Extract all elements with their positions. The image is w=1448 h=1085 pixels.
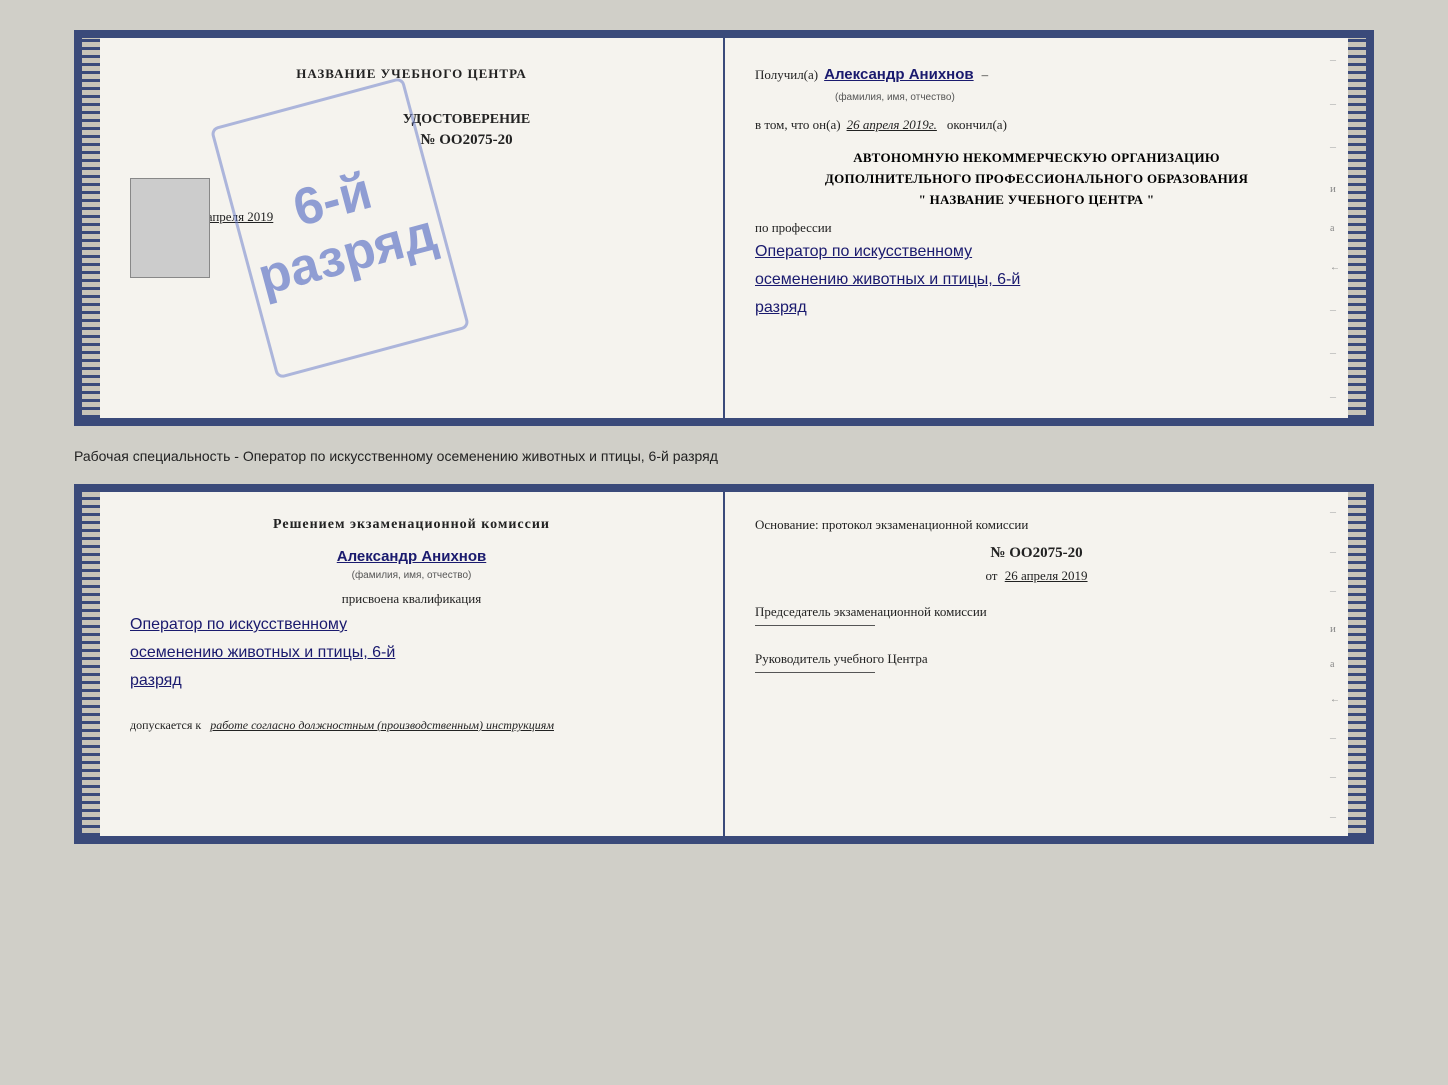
left-binding-strip xyxy=(82,38,100,418)
org-block: АВТОНОМНУЮ НЕКОММЕРЧЕСКУЮ ОРГАНИЗАЦИЮ ДО… xyxy=(755,148,1318,210)
recipient-line: Получил(а) Александр Анихнов – xyxy=(755,66,1318,83)
prisvoena-label: присвоена квалификация xyxy=(130,591,693,607)
decision-right: Основание: протокол экзаменационной коми… xyxy=(725,492,1348,836)
certificate-right: Получил(а) Александр Анихнов – (фамилия,… xyxy=(725,38,1348,418)
bottom-right-strip xyxy=(1348,492,1366,836)
qualification-line2: осеменению животных и птицы, 6-й xyxy=(130,641,693,665)
top-document: НАЗВАНИЕ УЧЕБНОГО ЦЕНТРА УДОСТОВЕРЕНИЕ №… xyxy=(74,30,1374,426)
okonchil-label: окончил(а) xyxy=(947,117,1007,133)
komissia-name: Александр Анихнов xyxy=(337,548,487,565)
recipient-name: Александр Анихнов xyxy=(824,66,974,83)
rukovoditel-block: Руководитель учебного Центра xyxy=(755,651,1318,673)
vydano-block: Выдано 26 апреля 2019 xyxy=(130,209,693,225)
predsedatel-block: Председатель экзаменационной комиссии xyxy=(755,604,1318,626)
udostoverenie-label: УДОСТОВЕРЕНИЕ xyxy=(240,112,693,128)
certificate-left: НАЗВАНИЕ УЧЕБНОГО ЦЕНТРА УДОСТОВЕРЕНИЕ №… xyxy=(100,38,725,418)
poluchil-label: Получил(а) xyxy=(755,67,818,83)
right-binding-strip xyxy=(1348,38,1366,418)
predsedatel-label: Председатель экзаменационной комиссии xyxy=(755,604,1318,620)
komissia-title: Решением экзаменационной комиссии xyxy=(130,517,693,533)
vtom-line: в том, что он(а) 26 апреля 2019г. окончи… xyxy=(755,117,1318,133)
bottom-right-dashes: ––– и а ← ––– xyxy=(1330,492,1340,836)
mp-label: М.П. xyxy=(130,245,693,261)
vtom-label: в том, что он(а) xyxy=(755,117,841,133)
qualification-line1: Оператор по искусственному xyxy=(130,613,693,637)
specialty-label: Рабочая специальность - Оператор по иску… xyxy=(74,448,1374,464)
dopuskaetsya-label: допускается к xyxy=(130,718,201,732)
org-line1: АВТОНОМНУЮ НЕКОММЕРЧЕСКУЮ ОРГАНИЗАЦИЮ xyxy=(755,148,1318,169)
komissia-fio-label: (фамилия, имя, отчество) xyxy=(130,570,693,581)
rukovoditel-label: Руководитель учебного Центра xyxy=(755,651,1318,667)
dopuskaetsya-block: допускается к работе согласно должностны… xyxy=(130,718,693,733)
vtom-date: 26 апреля 2019г. xyxy=(847,117,937,133)
protocol-date: 26 апреля 2019 xyxy=(1005,568,1088,583)
training-center-title: НАЗВАНИЕ УЧЕБНОГО ЦЕНТРА xyxy=(130,66,693,82)
predsedatel-sig-line xyxy=(755,625,875,626)
fio-label: (фамилия, имя, отчество) xyxy=(835,92,955,103)
stamp-text: 6-йразряд xyxy=(237,149,442,306)
decision-left: Решением экзаменационной комиссии Алекса… xyxy=(100,492,725,836)
dopuskaetsya-value: работе согласно должностным (производств… xyxy=(210,718,554,732)
bottom-left-strip xyxy=(82,492,100,836)
po-professii-label: по профессии xyxy=(755,220,1318,236)
org-line2: ДОПОЛНИТЕЛЬНОГО ПРОФЕССИОНАЛЬНОГО ОБРАЗО… xyxy=(755,169,1318,190)
osnovanie-label: Основание: протокол экзаменационной коми… xyxy=(755,517,1318,533)
profession-line3: разряд xyxy=(755,296,1318,320)
right-dashes: ––– и а ← ––– xyxy=(1330,38,1340,418)
org-line3: " НАЗВАНИЕ УЧЕБНОГО ЦЕНТРА " xyxy=(755,190,1318,211)
protocol-date-prefix: от xyxy=(985,568,997,583)
profession-line1: Оператор по искусственному xyxy=(755,240,1318,264)
profession-line2: осеменению животных и птицы, 6-й xyxy=(755,268,1318,292)
rukovoditel-sig-line xyxy=(755,672,875,673)
photo-placeholder xyxy=(130,178,210,278)
komissia-name-block: Александр Анихнов xyxy=(130,548,693,566)
protocol-date-line: от 26 апреля 2019 xyxy=(755,568,1318,584)
bottom-document: Решением экзаменационной комиссии Алекса… xyxy=(74,484,1374,844)
qualification-line3: разряд xyxy=(130,669,693,693)
protocol-number: № OO2075-20 xyxy=(755,545,1318,562)
cert-number: № OO2075-20 xyxy=(240,132,693,149)
